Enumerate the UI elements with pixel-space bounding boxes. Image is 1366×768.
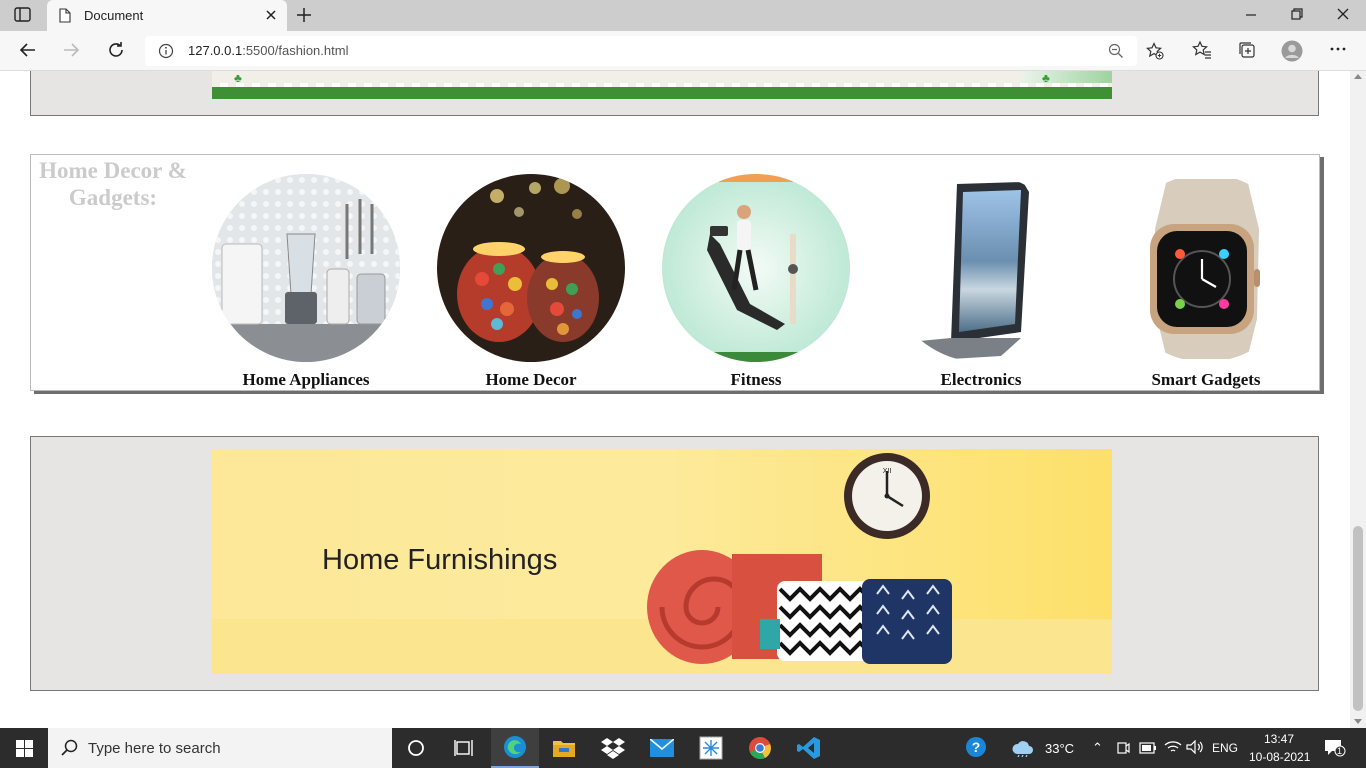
chrome-icon[interactable] — [736, 728, 784, 768]
vscode-icon[interactable] — [785, 728, 833, 768]
clock-time[interactable]: 13:47 — [1264, 732, 1294, 746]
url-text: 127.0.0.1:5500/fashion.html — [188, 43, 348, 58]
forward-icon[interactable] — [62, 41, 80, 64]
close-tab-icon[interactable] — [265, 8, 277, 26]
category-electronics[interactable]: Electronics — [887, 174, 1075, 389]
refresh-icon[interactable] — [107, 41, 125, 64]
category-home-appliances[interactable]: Home Appliances — [212, 174, 400, 389]
category-fitness[interactable]: Fitness — [662, 174, 850, 389]
weather-temperature[interactable]: 33°C — [1045, 741, 1074, 756]
meet-now-icon[interactable] — [1116, 740, 1130, 761]
windows-taskbar: Type here to search ? 33°C ⌃ ENG 13:47 1… — [0, 728, 1366, 768]
clock-date[interactable]: 10-08-2021 — [1249, 750, 1310, 764]
taskbar-search-box[interactable]: Type here to search — [48, 728, 392, 768]
weather-icon[interactable] — [1003, 728, 1043, 768]
notification-center-icon[interactable] — [1324, 739, 1346, 762]
edge-browser-icon[interactable] — [491, 728, 539, 768]
language-indicator[interactable]: ENG — [1212, 741, 1238, 755]
tab-bar: Document — [0, 0, 1366, 31]
profile-avatar-icon[interactable] — [1281, 40, 1303, 67]
mail-icon[interactable] — [638, 728, 686, 768]
new-tab-icon[interactable] — [296, 7, 312, 28]
address-toolbar: 127.0.0.1:5500/fashion.html — [0, 31, 1366, 71]
category-label[interactable]: Home Appliances — [182, 370, 430, 390]
tab-actions-icon[interactable] — [14, 7, 32, 23]
top-banner-container: ♣ ♣ — [30, 71, 1319, 116]
home-appliances-image[interactable] — [212, 174, 400, 362]
search-placeholder: Type here to search — [88, 740, 221, 757]
scroll-thumb[interactable] — [1353, 526, 1363, 711]
search-icon — [61, 739, 78, 756]
section-heading: Home Decor & Gadgets: — [39, 158, 187, 210]
favorites-icon[interactable] — [1192, 40, 1212, 65]
settings-more-icon[interactable] — [1329, 40, 1347, 63]
tab-title: Document — [84, 8, 144, 23]
url-bar[interactable]: 127.0.0.1:5500/fashion.html — [145, 36, 1164, 66]
svg-text:?: ? — [972, 739, 981, 755]
page-viewport: ♣ ♣ Home Decor & Gadgets: Home Appliance… — [0, 71, 1350, 728]
home-decor-gadgets-section: Home Decor & Gadgets: Home Appliances Ho… — [30, 154, 1320, 391]
category-label[interactable]: Fitness — [632, 370, 880, 390]
notification-count: 1 — [1337, 746, 1343, 756]
site-info-icon[interactable] — [158, 43, 174, 64]
document-icon — [59, 8, 71, 28]
category-smart-gadgets[interactable]: Smart Gadgets — [1112, 174, 1300, 389]
url-host: 127.0.0.1 — [188, 43, 243, 58]
category-home-decor[interactable]: Home Decor — [437, 174, 625, 389]
top-banner-image[interactable]: ♣ ♣ — [212, 71, 1112, 99]
category-label[interactable]: Home Decor — [407, 370, 655, 390]
category-label[interactable]: Smart Gadgets — [1082, 370, 1330, 390]
browser-tab[interactable]: Document — [47, 0, 287, 31]
windows-logo-icon — [16, 740, 33, 757]
show-hidden-icons-icon[interactable]: ⌃ — [1092, 740, 1103, 756]
volume-icon[interactable] — [1186, 739, 1204, 759]
file-explorer-icon[interactable] — [540, 728, 588, 768]
cortana-icon[interactable] — [392, 728, 440, 768]
scroll-down-arrow-icon[interactable] — [1354, 719, 1362, 724]
electronics-image[interactable] — [887, 174, 1075, 362]
zoom-out-icon[interactable] — [1108, 43, 1124, 64]
category-label[interactable]: Electronics — [857, 370, 1105, 390]
wifi-icon[interactable] — [1164, 740, 1182, 759]
restore-icon[interactable] — [1290, 7, 1304, 26]
task-view-icon[interactable] — [440, 728, 488, 768]
page-scrollbar[interactable] — [1350, 71, 1366, 728]
help-icon[interactable]: ? — [953, 728, 1001, 768]
snipping-tool-icon[interactable] — [687, 728, 735, 768]
minimize-icon[interactable] — [1244, 7, 1258, 26]
collections-icon[interactable] — [1237, 40, 1257, 65]
back-icon[interactable] — [19, 41, 37, 64]
close-window-icon[interactable] — [1336, 7, 1350, 26]
home-furnishings-banner[interactable]: Home Furnishings XII — [212, 449, 1112, 674]
url-path: :5500/fashion.html — [242, 43, 349, 58]
dropbox-icon[interactable] — [589, 728, 637, 768]
home-decor-image[interactable] — [437, 174, 625, 362]
add-favorite-icon[interactable] — [1146, 42, 1164, 65]
smart-gadgets-image[interactable] — [1112, 174, 1300, 362]
start-button[interactable] — [0, 728, 48, 768]
fitness-image[interactable] — [662, 174, 850, 362]
svg-text:XII: XII — [883, 468, 892, 475]
home-furnishings-container: Home Furnishings XII — [30, 436, 1319, 691]
battery-icon[interactable] — [1139, 741, 1157, 759]
scroll-up-arrow-icon[interactable] — [1354, 74, 1362, 79]
